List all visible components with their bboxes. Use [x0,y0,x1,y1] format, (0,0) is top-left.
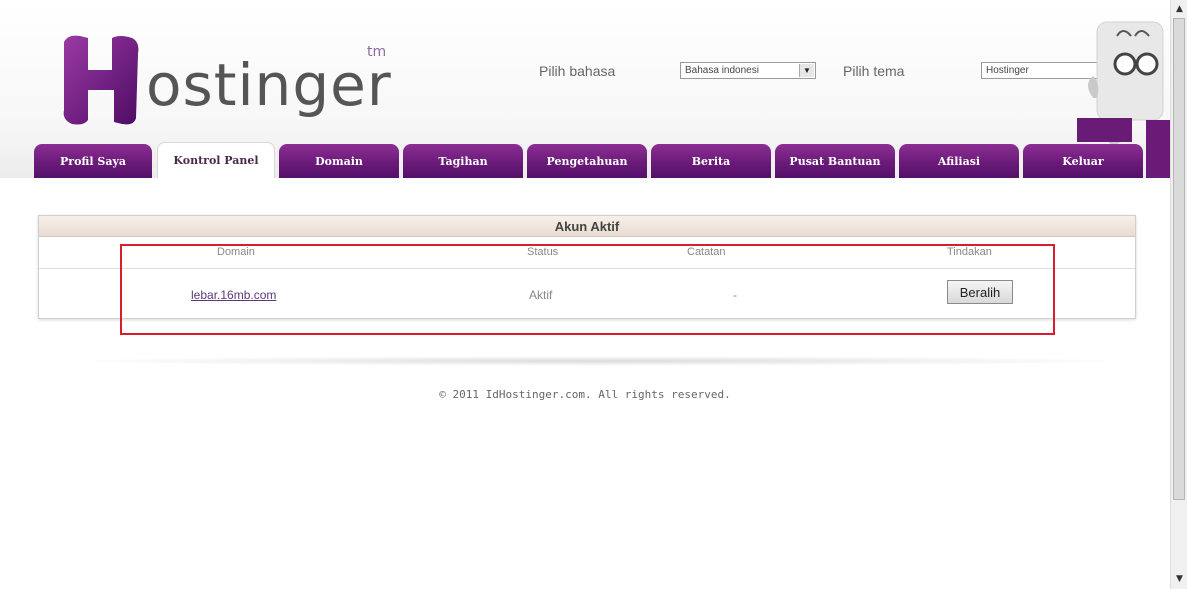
logo-h-icon [63,35,139,125]
tab-profil-saya[interactable]: Profil Saya [34,144,152,178]
tab-afiliasi[interactable]: Afiliasi [899,144,1019,178]
footer-copyright: © 2011 IdHostinger.com. All rights reser… [439,388,731,401]
tab-tagihan[interactable]: Tagihan [403,144,523,178]
hostinger-logo[interactable]: ostinger tm [58,30,398,130]
tab-keluar[interactable]: Keluar [1023,144,1143,178]
tab-berita[interactable]: Berita [651,144,771,178]
tab-domain[interactable]: Domain [279,144,399,178]
logo-wordmark: ostinger [146,51,392,119]
language-label: Pilih bahasa [539,63,616,79]
scroll-up-icon[interactable]: ▲ [1173,2,1186,16]
vertical-scrollbar[interactable]: ▲ ▼ [1170,0,1187,589]
logo-trademark: tm [367,44,387,60]
language-select-value: Bahasa indonesi [685,65,759,76]
theme-label: Pilih tema [843,63,905,79]
tab-pengetahuan[interactable]: Pengetahuan [527,144,647,178]
theme-select-value: Hostinger [986,65,1029,76]
divider-shadow [60,356,1140,366]
tab-pusat-bantuan[interactable]: Pusat Bantuan [775,144,895,178]
scrollbar-thumb[interactable] [1173,18,1185,500]
language-select[interactable]: Bahasa indonesi ▼ [680,62,816,79]
tab-kontrol-panel[interactable]: Kontrol Panel [157,142,275,178]
chevron-down-icon[interactable]: ▼ [799,64,814,77]
decorative-purple-block [1077,118,1132,142]
highlight-annotation-box [120,244,1055,335]
panel-title: Akun Aktif [39,216,1135,237]
decorative-purple-bar [1146,120,1170,178]
scroll-down-icon[interactable]: ▼ [1173,572,1186,586]
